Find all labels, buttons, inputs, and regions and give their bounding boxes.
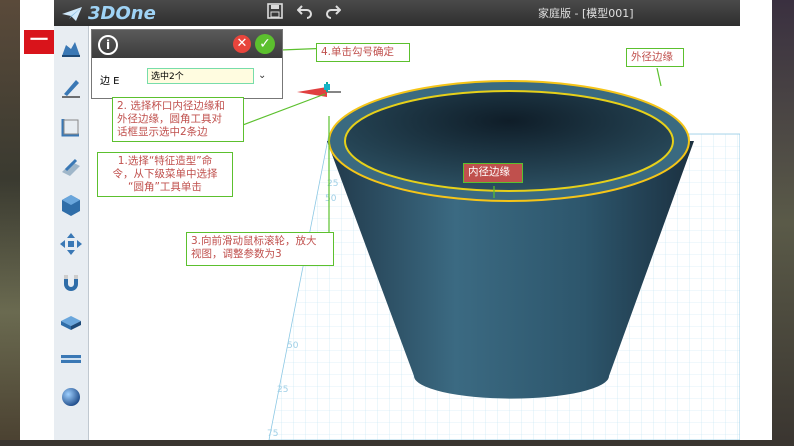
plate-tool-icon[interactable]: [58, 309, 84, 335]
callout-inner-edge: 内径边缘: [463, 163, 523, 183]
callout-outer-edge: 外径边缘: [626, 48, 684, 67]
window-title: 家庭版 - [模型001]: [538, 7, 634, 20]
dialog-header: i ✕ ✓: [92, 30, 282, 58]
callout-line: 视图，调整参数为3: [191, 248, 282, 260]
grid-label: 25: [277, 385, 288, 395]
pencil-tool-icon[interactable]: [58, 74, 84, 100]
slide-frame-bottom: [0, 440, 794, 446]
callout-line: 2. 选择杯口内径边缘和: [117, 100, 225, 112]
save-icon[interactable]: [266, 3, 284, 21]
callout-line: 外径边缘，圆角工具对: [117, 113, 222, 125]
title-bar: 3DOne 家庭版 - [模型001]: [54, 0, 740, 27]
sphere-tool-icon[interactable]: [58, 384, 84, 410]
callout-line: 1.选择“特征造型”命: [117, 155, 213, 167]
slide-frame-right: [772, 0, 794, 446]
app-logo-text: 3DOne: [88, 3, 156, 24]
sketch-tool-icon[interactable]: [58, 36, 84, 62]
measure-tool-icon[interactable]: [58, 346, 84, 372]
callout-step3: 3.向前滑动鼠标滚轮，放大 视图，调整参数为3: [186, 232, 334, 266]
grid-label: 50: [325, 194, 337, 204]
callout-step4: 4.单击勾号确定: [316, 43, 410, 62]
grid-label: 75: [267, 429, 278, 439]
feature-tool-icon[interactable]: [58, 154, 84, 180]
grid-label: 50: [287, 341, 299, 351]
redo-icon[interactable]: [324, 3, 342, 21]
undo-icon[interactable]: [296, 3, 314, 21]
callout-line: “圆角”工具单击: [128, 181, 202, 193]
callout-step1: 1.选择“特征造型”命 令，从下级菜单中选择 “圆角”工具单击: [97, 152, 233, 197]
edge-selection-field[interactable]: 选中2个: [147, 68, 254, 84]
callout-line: 3.向前滑动鼠标滚轮，放大: [191, 235, 317, 247]
slide-frame-left: [0, 0, 20, 446]
confirm-button[interactable]: ✓: [255, 34, 275, 54]
callout-step2: 2. 选择杯口内径边缘和 外径边缘，圆角工具对 话框显示选中2条边: [112, 97, 244, 142]
callout-line: 令，从下级菜单中选择: [112, 168, 218, 180]
chevron-down-icon[interactable]: ⌄: [258, 70, 266, 81]
fillet-dialog: i ✕ ✓ 边 E 选中2个 ⌄: [91, 29, 283, 99]
paper-plane-icon: [62, 7, 82, 21]
close-button[interactable]: ✕: [233, 35, 251, 53]
left-toolbar: [54, 26, 89, 440]
slide-section-marker: 一: [24, 30, 54, 54]
move-tool-icon[interactable]: [58, 231, 84, 257]
axis-triad: [297, 82, 341, 97]
callout-line: 话框显示选中2条边: [117, 126, 208, 138]
shape-tool-icon[interactable]: [58, 114, 84, 140]
edge-label: 边 E: [100, 76, 120, 87]
cube-tool-icon[interactable]: [58, 192, 84, 218]
info-icon[interactable]: i: [98, 35, 118, 55]
magnet-tool-icon[interactable]: [58, 270, 84, 296]
